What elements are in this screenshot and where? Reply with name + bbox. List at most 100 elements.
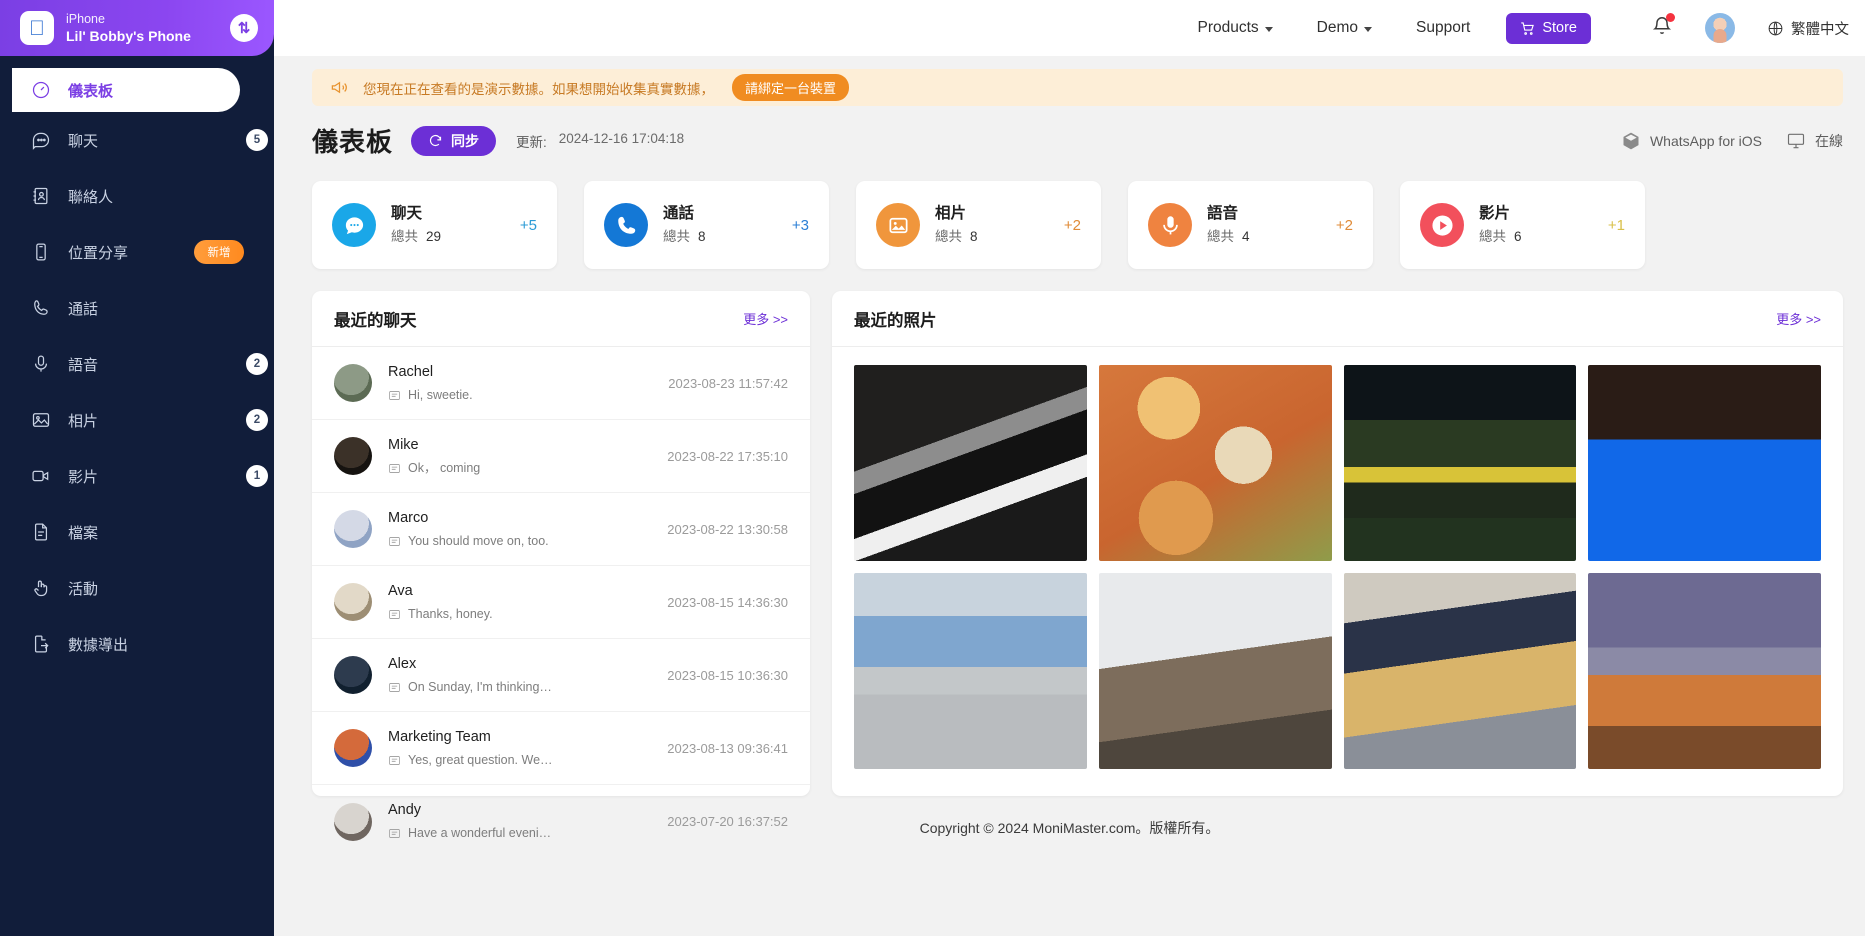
stat-delta: +5 xyxy=(519,216,537,234)
chat-text: Alex On Sunday, I'm thinking… xyxy=(388,654,552,696)
megaphone-icon xyxy=(331,81,347,94)
photo-thumbnail[interactable] xyxy=(854,573,1087,769)
sidebar-item-label: 通話 xyxy=(68,300,99,318)
store-button[interactable]: Store xyxy=(1506,12,1591,44)
sidebar-item-calls[interactable]: 通話 xyxy=(0,280,274,336)
message-icon xyxy=(389,609,400,619)
apple-icon:  xyxy=(20,11,54,45)
updated-label: 更新: xyxy=(516,134,547,150)
sidebar-item-voice[interactable]: 語音 2 xyxy=(0,336,274,392)
nav-link-label: Support xyxy=(1416,19,1471,36)
stat-name: 相片 xyxy=(935,204,967,222)
stat-card[interactable]: 通話 總共 8 +3 xyxy=(584,181,829,269)
stat-text: 影片 總共 6 xyxy=(1479,204,1522,246)
sidebar-item-data-export[interactable]: 數據導出 xyxy=(0,616,274,672)
photo-thumbnail[interactable] xyxy=(1588,365,1821,561)
sidebar:  iPhone Lil' Bobby's Phone ⇅ 儀表板聊天 5 聯絡人位… xyxy=(0,0,274,936)
sidebar-item-videos[interactable]: 影片 1 xyxy=(0,448,274,504)
stat-card[interactable]: 語音 總共 4 +2 xyxy=(1128,181,1373,269)
sidebar-item-photos[interactable]: 相片 2 xyxy=(0,392,274,448)
chat-list-item[interactable]: Rachel Hi, sweetie. 2023-08-23 11:57:42 xyxy=(312,347,810,420)
message-icon xyxy=(389,390,400,400)
recent-chats-list: Rachel Hi, sweetie. 2023-08-23 11:57:42 Mik… xyxy=(312,347,810,858)
nav-link-label: Demo xyxy=(1316,19,1359,36)
shopping-cart-icon xyxy=(1521,21,1535,35)
nav-link-products[interactable]: Products xyxy=(1176,19,1295,37)
photo-thumbnail[interactable] xyxy=(1588,573,1821,769)
nav-link-support[interactable]: Support xyxy=(1394,19,1492,37)
photo-thumbnail[interactable] xyxy=(1343,365,1577,561)
stat-text: 通話 總共 8 xyxy=(663,204,706,246)
video-camera-icon xyxy=(30,465,52,487)
banner-text: 您現在正在查看的是演示數據。如果想開始收集真實數據， xyxy=(363,81,714,97)
sidebar-badge: 1 xyxy=(246,465,268,487)
stat-card[interactable]: 相片 總共 8 +2 xyxy=(856,181,1101,269)
stat-total: 總共 29 xyxy=(391,228,441,246)
sidebar-item-activity[interactable]: 活動 xyxy=(0,560,274,616)
stat-total: 總共 4 xyxy=(1207,228,1250,246)
data-export-icon xyxy=(30,633,52,655)
avatar xyxy=(334,510,372,548)
stat-total-label: 總共 xyxy=(1207,228,1234,244)
status-label: 在線 xyxy=(1815,132,1843,149)
chat-list-item[interactable]: Ava Thanks, honey. 2023-08-15 14:36:30 xyxy=(312,566,810,639)
chat-list-item[interactable]: Marco You should move on, too. 2023-08-22 … xyxy=(312,493,810,566)
photo-grid xyxy=(832,347,1843,789)
chat-bubble-icon xyxy=(32,132,50,150)
photo-thumbnail[interactable] xyxy=(1098,573,1332,769)
photo-thumbnail[interactable] xyxy=(1098,365,1332,561)
sidebar-item-label: 聯絡人 xyxy=(68,188,114,206)
recent-chats-header: 最近的聊天 更多 >> xyxy=(312,291,810,347)
stat-icon-wrap xyxy=(876,203,920,247)
sidebar-item-chats[interactable]: 聊天 5 xyxy=(0,112,274,168)
chat-list-item[interactable]: Alex On Sunday, I'm thinking… 2023-08-15 1… xyxy=(312,639,810,712)
chat-contact-name: Marketing Team xyxy=(388,728,491,745)
language-selector[interactable]: 繁體中文 xyxy=(1767,18,1849,39)
nav-link-demo[interactable]: Demo xyxy=(1295,19,1394,37)
recent-photos-title: 最近的照片 xyxy=(854,311,937,330)
sidebar-item-location-sharing[interactable]: 位置分享 新增 xyxy=(0,224,274,280)
stat-name: 通話 xyxy=(663,204,695,222)
sidebar-item-contacts[interactable]: 聯絡人 xyxy=(0,168,274,224)
sidebar-item-files[interactable]: 檔案 xyxy=(0,504,274,560)
stat-name: 語音 xyxy=(1207,204,1239,222)
sync-button[interactable]: 同步 xyxy=(411,125,497,156)
chat-contact-name: Mike xyxy=(388,436,419,453)
chat-message-text: Hi, sweetie. xyxy=(408,387,473,402)
sidebar-item-dashboard[interactable]: 儀表板 xyxy=(12,68,240,112)
notification-bell-icon[interactable] xyxy=(1651,12,1675,42)
chat-list-item[interactable]: Marketing Team Yes, great question. We… 20… xyxy=(312,712,810,785)
stat-icon-wrap xyxy=(1420,203,1464,247)
chat-preview: Ok， coming xyxy=(388,459,480,477)
device-header[interactable]:  iPhone Lil' Bobby's Phone ⇅ xyxy=(0,0,274,56)
stat-total-label: 總共 xyxy=(935,228,962,244)
recent-chats-more-link[interactable]: 更多 >> xyxy=(743,309,788,328)
recent-chats-panel: 最近的聊天 更多 >> Rachel Hi, sweetie. 2023-08-23… xyxy=(312,291,810,841)
bind-device-button[interactable]: 請綁定一台裝置 xyxy=(732,74,850,101)
stat-text: 相片 總共 8 xyxy=(935,204,978,246)
avatar[interactable] xyxy=(1705,13,1735,43)
recent-photos-more-link[interactable]: 更多 >> xyxy=(1776,309,1821,328)
chat-preview: On Sunday, I'm thinking… xyxy=(388,678,552,696)
photo-thumbnail[interactable] xyxy=(1343,573,1577,769)
stat-icon-wrap xyxy=(1148,203,1192,247)
chat-timestamp: 2023-08-13 09:36:41 xyxy=(667,740,788,756)
sidebar-item-label: 影片 xyxy=(68,468,99,486)
chat-list-item[interactable]: Mike Ok， coming 2023-08-22 17:35:10 xyxy=(312,420,810,493)
swap-device-icon[interactable]: ⇅ xyxy=(230,14,258,42)
photo-thumbnail[interactable] xyxy=(854,365,1087,561)
chat-text: Rachel Hi, sweetie. xyxy=(388,362,473,404)
stat-icon-wrap xyxy=(332,203,376,247)
file-icon xyxy=(30,521,52,543)
chat-text: Mike Ok， coming xyxy=(388,435,480,477)
stat-total-value: 4 xyxy=(1242,228,1250,244)
avatar xyxy=(334,437,372,475)
stat-delta: +3 xyxy=(791,216,809,234)
stat-card[interactable]: 影片 總共 6 +1 xyxy=(1400,181,1645,269)
stat-delta: +2 xyxy=(1063,216,1081,234)
phone-location-icon xyxy=(36,243,46,261)
stat-card[interactable]: 聊天 總共 29 +5 xyxy=(312,181,557,269)
chat-message-text: You should move on, too. xyxy=(408,533,549,548)
video-camera-icon xyxy=(32,470,49,482)
chat-list-item[interactable]: Andy Have a wonderful eveni… 2023-07-20 16… xyxy=(312,785,810,858)
